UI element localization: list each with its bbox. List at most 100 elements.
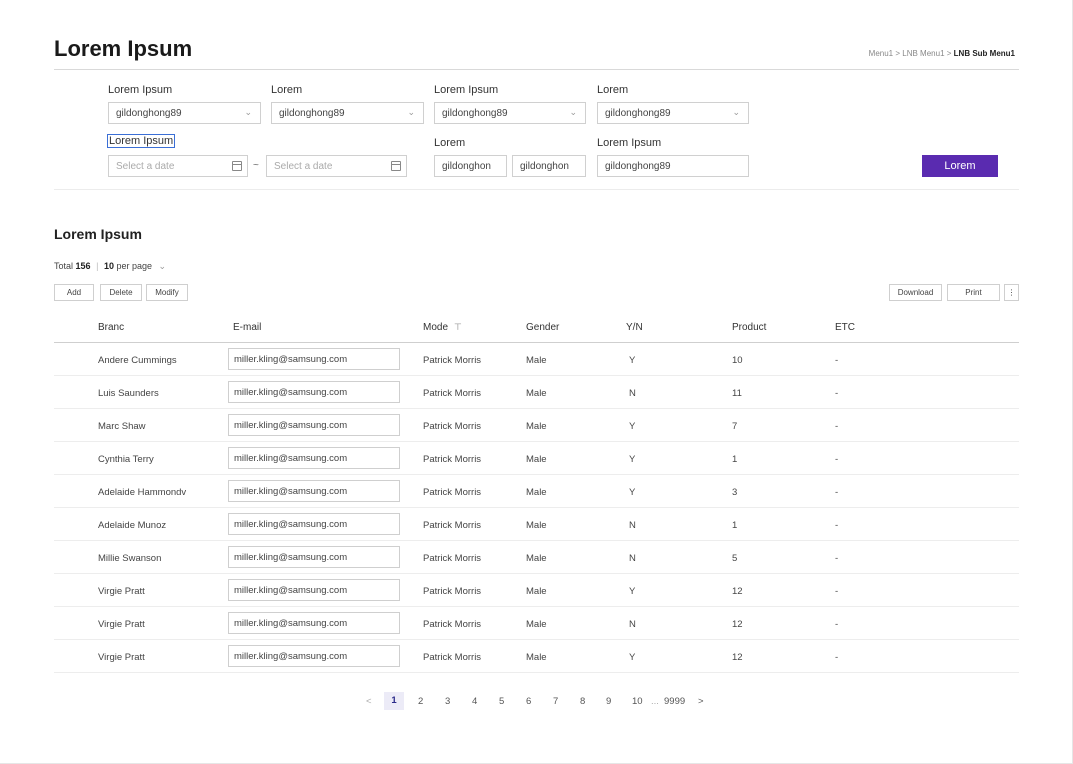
page-button[interactable]: 8 (580, 696, 585, 707)
table-row[interactable]: Andere Cummings miller.kling@samsung.com… (54, 343, 1019, 376)
email-field[interactable]: miller.kling@samsung.com (228, 645, 400, 667)
cell-mode: Patrick Morris (423, 487, 482, 498)
table-row[interactable]: Virgie Pratt miller.kling@samsung.com Pa… (54, 607, 1019, 640)
cell-gender: Male (526, 355, 547, 366)
column-header-branch: Branc (98, 322, 125, 333)
date-to-input[interactable]: Select a date (266, 155, 407, 177)
page-button[interactable]: 7 (553, 696, 558, 707)
page-ellipsis: ... (651, 696, 659, 707)
email-field[interactable]: miller.kling@samsung.com (228, 348, 400, 370)
date-range-label[interactable]: Lorem Ipsum (106, 134, 176, 148)
print-button[interactable]: Print (947, 284, 1000, 301)
download-button[interactable]: Download (889, 284, 942, 301)
date-from-placeholder: Select a date (116, 161, 175, 172)
cell-etc: - (835, 619, 839, 630)
last-filter-label: Lorem Ipsum (597, 137, 662, 149)
filter-select-1[interactable]: gildonghong89 ⌄ (108, 102, 261, 124)
breadcrumb-item-menu1[interactable]: Menu1 (869, 49, 893, 58)
cell-product: 1 (732, 454, 738, 465)
cell-branch: Adelaide Hammondv (98, 487, 187, 498)
filter-divider (54, 189, 1019, 190)
email-field[interactable]: miller.kling@samsung.com (228, 447, 400, 469)
email-field[interactable]: miller.kling@samsung.com (228, 546, 400, 568)
table-row[interactable]: Marc Shaw miller.kling@samsung.com Patri… (54, 409, 1019, 442)
cell-gender: Male (526, 388, 547, 399)
prev-page-icon[interactable]: < (366, 696, 372, 707)
page-button[interactable]: 10 (632, 696, 643, 707)
email-field[interactable]: miller.kling@samsung.com (228, 480, 400, 502)
table-row[interactable]: Cynthia Terry miller.kling@samsung.com P… (54, 442, 1019, 475)
cell-gender: Male (526, 619, 547, 630)
pair-input-2[interactable]: gildonghon (512, 155, 586, 177)
cell-etc: - (835, 652, 839, 663)
cell-yn: Y (629, 454, 636, 465)
cell-product: 12 (732, 652, 743, 663)
page-button-last[interactable]: 9999 (664, 696, 685, 707)
page-button[interactable]: 5 (499, 696, 504, 707)
page-button[interactable]: 6 (526, 696, 531, 707)
more-options-icon[interactable]: ⋮ (1004, 284, 1019, 301)
breadcrumb-item-lnb-menu[interactable]: LNB Menu1 (902, 49, 944, 58)
breadcrumb-separator: > (946, 49, 952, 58)
cell-gender: Male (526, 520, 547, 531)
cell-yn: Y (629, 487, 636, 498)
calendar-icon[interactable] (391, 161, 401, 171)
column-header-mode[interactable]: Mode ⊤ (423, 322, 462, 333)
table-row[interactable]: Adelaide Munoz miller.kling@samsung.com … (54, 508, 1019, 541)
cell-gender: Male (526, 553, 547, 564)
filter-select-3[interactable]: gildonghong89 ⌄ (434, 102, 586, 124)
last-filter-input[interactable]: gildonghong89 (597, 155, 749, 177)
cell-branch: Adelaide Munoz (98, 520, 167, 531)
calendar-icon[interactable] (232, 161, 242, 171)
cell-yn: Y (629, 586, 636, 597)
search-button[interactable]: Lorem (922, 155, 998, 177)
cell-etc: - (835, 388, 839, 399)
add-button[interactable]: Add (54, 284, 94, 301)
filter-label-2: Lorem (271, 84, 303, 96)
table-row[interactable]: Luis Saunders miller.kling@samsung.com P… (54, 376, 1019, 409)
filter-label-3: Lorem Ipsum (434, 84, 499, 96)
filter-select-4[interactable]: gildonghong89 ⌄ (597, 102, 749, 124)
cell-product: 11 (732, 388, 742, 399)
filter-select-2[interactable]: gildonghong89 ⌄ (271, 102, 424, 124)
page-button[interactable]: 3 (445, 696, 450, 707)
date-to-placeholder: Select a date (274, 161, 333, 172)
cell-mode: Patrick Morris (423, 652, 482, 663)
page-button[interactable]: 9 (606, 696, 611, 707)
page-button[interactable]: 2 (418, 696, 423, 707)
email-field[interactable]: miller.kling@samsung.com (228, 579, 400, 601)
email-field[interactable]: miller.kling@samsung.com (228, 381, 400, 403)
pair-label: Lorem (434, 137, 466, 149)
next-page-icon[interactable]: > (698, 696, 704, 707)
table-row[interactable]: Virgie Pratt miller.kling@samsung.com Pa… (54, 640, 1019, 673)
filter-icon[interactable]: ⊤ (454, 322, 462, 332)
email-field[interactable]: miller.kling@samsung.com (228, 612, 400, 634)
chevron-down-icon: ⌄ (244, 107, 252, 117)
column-header-product: Product (732, 322, 767, 333)
filter-select-4-value: gildonghong89 (605, 108, 671, 119)
table-row[interactable]: Adelaide Hammondv miller.kling@samsung.c… (54, 475, 1019, 508)
cell-etc: - (835, 421, 839, 432)
filter-select-2-value: gildonghong89 (279, 108, 345, 119)
cell-branch: Millie Swanson (98, 553, 162, 564)
per-page-select[interactable]: 10 per page ⌄ (104, 261, 166, 271)
cell-yn: N (629, 520, 636, 531)
cell-mode: Patrick Morris (423, 619, 482, 630)
modify-button[interactable]: Modify (146, 284, 188, 301)
delete-button[interactable]: Delete (100, 284, 142, 301)
cell-etc: - (835, 553, 839, 564)
breadcrumb-item-current: LNB Sub Menu1 (953, 49, 1015, 58)
cell-branch: Luis Saunders (98, 388, 159, 399)
date-from-input[interactable]: Select a date (108, 155, 248, 177)
cell-yn: N (629, 553, 636, 564)
email-field[interactable]: miller.kling@samsung.com (228, 414, 400, 436)
table-row[interactable]: Virgie Pratt miller.kling@samsung.com Pa… (54, 574, 1019, 607)
email-field[interactable]: miller.kling@samsung.com (228, 513, 400, 535)
pair-input-1[interactable]: gildonghon (434, 155, 507, 177)
list-summary: Total 156 | 10 per page ⌄ (54, 261, 166, 272)
per-page-label: per page (116, 261, 152, 271)
table-row[interactable]: Millie Swanson miller.kling@samsung.com … (54, 541, 1019, 574)
page-button-current[interactable]: 1 (384, 692, 404, 710)
page-button[interactable]: 4 (472, 696, 477, 707)
cell-yn: Y (629, 652, 636, 663)
